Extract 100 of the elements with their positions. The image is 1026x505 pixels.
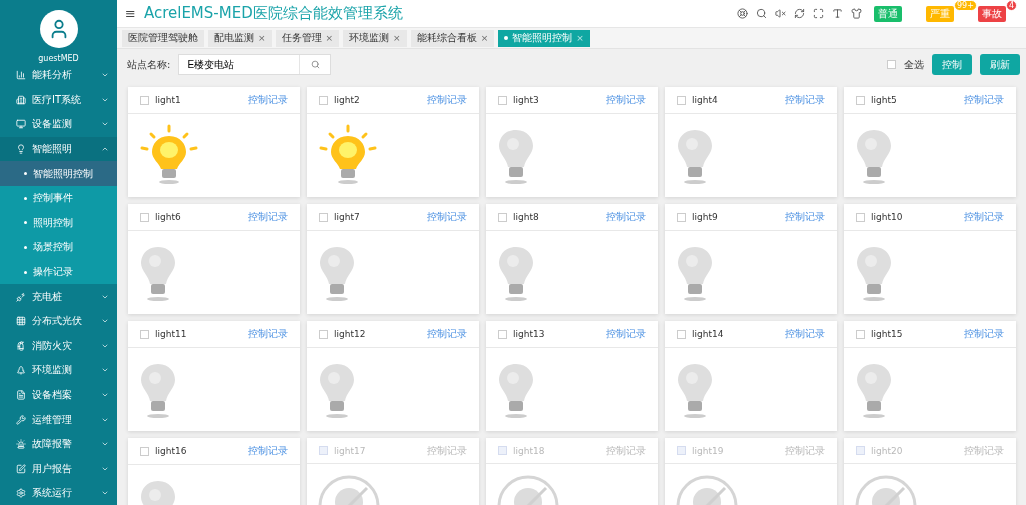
light-name: light20: [871, 445, 904, 456]
control-log-link[interactable]: 控制记录: [427, 327, 467, 341]
light-name: light15: [871, 329, 904, 339]
tab[interactable]: 智能照明控制 ×: [498, 29, 590, 47]
control-log-link[interactable]: 控制记录: [964, 327, 1004, 341]
menu-button[interactable]: ≡: [125, 6, 136, 21]
submenu-item[interactable]: 场景控制: [0, 235, 117, 260]
light-name: light10: [871, 212, 904, 222]
count-badge: 99+: [954, 0, 977, 11]
checkbox[interactable]: [677, 212, 686, 222]
extinguisher-icon: [16, 340, 26, 351]
sidebar-item[interactable]: 设备档案: [0, 382, 117, 408]
sidebar-item[interactable]: 设备监测: [0, 112, 117, 137]
alert-badge[interactable]: 普通: [874, 5, 902, 22]
wrench-icon: [16, 414, 26, 425]
checkbox[interactable]: [856, 212, 865, 222]
tab[interactable]: 能耗综合看板 ×: [410, 29, 495, 47]
settings-icon: [16, 488, 26, 499]
checkbox[interactable]: [498, 212, 507, 222]
toolbar-button[interactable]: 刷新: [980, 54, 1020, 75]
checkbox[interactable]: [498, 95, 507, 105]
checkbox[interactable]: [319, 95, 328, 105]
submenu-item[interactable]: 照明控制: [0, 210, 117, 236]
control-log-link[interactable]: 控制记录: [248, 93, 288, 107]
light-name: light1: [155, 95, 182, 105]
sidebar-item[interactable]: 用户报告: [0, 456, 117, 482]
select-all-checkbox[interactable]: [887, 60, 896, 69]
tab[interactable]: 配电监测 ×: [208, 29, 272, 47]
refresh-icon[interactable]: [794, 8, 805, 19]
checkbox[interactable]: [319, 446, 328, 455]
checkbox[interactable]: [319, 329, 328, 339]
checkbox[interactable]: [140, 446, 149, 456]
sidebar-item[interactable]: 智能照明: [0, 136, 117, 162]
light-name: light13: [513, 329, 546, 339]
sidebar-item[interactable]: 医疗IT系统: [0, 87, 117, 113]
search-icon[interactable]: [756, 8, 767, 19]
toolbar-button[interactable]: 控制: [932, 54, 972, 75]
submenu-item[interactable]: 控制事件: [0, 185, 117, 211]
tab[interactable]: 医院管理驾驶舱: [122, 29, 204, 47]
avatar-icon: [39, 10, 78, 48]
font-size-icon[interactable]: [832, 8, 843, 19]
control-log-link[interactable]: 控制记录: [427, 443, 467, 458]
sidebar-item[interactable]: 系统运行: [0, 481, 117, 505]
tab[interactable]: 任务管理 ×: [275, 29, 340, 47]
mute-icon[interactable]: [775, 8, 786, 19]
checkbox[interactable]: [856, 95, 865, 105]
control-log-link[interactable]: 控制记录: [248, 327, 288, 341]
search-icon: [310, 60, 320, 69]
control-log-link[interactable]: 控制记录: [606, 93, 646, 107]
checkbox[interactable]: [140, 329, 149, 339]
site-field[interactable]: E楼变电站: [178, 54, 332, 75]
control-log-link[interactable]: 控制记录: [606, 443, 646, 458]
bulb-icon: [16, 144, 26, 155]
control-log-link[interactable]: 控制记录: [248, 444, 288, 458]
control-log-link[interactable]: 控制记录: [785, 210, 825, 224]
submenu-item[interactable]: 智能照明控制: [0, 161, 117, 186]
plug-icon: [16, 291, 26, 302]
checkbox[interactable]: [498, 329, 507, 339]
sidebar-item[interactable]: 分布式光伏: [0, 308, 117, 334]
control-log-link[interactable]: 控制记录: [964, 210, 1004, 224]
sidebar-item[interactable]: 能耗分析: [0, 63, 117, 88]
user-name: guestMED: [38, 54, 79, 63]
sidebar-item[interactable]: 充电桩: [0, 284, 117, 309]
sidebar-item[interactable]: 环境监测: [0, 358, 117, 383]
light-name: light12: [334, 329, 367, 339]
tab[interactable]: 环境监测 ×: [343, 29, 407, 47]
checkbox[interactable]: [140, 95, 149, 105]
app-title: AcrelEMS-MED医院综合能效管理系统: [143, 4, 404, 23]
control-log-link[interactable]: 控制记录: [964, 93, 1004, 107]
checkbox[interactable]: [319, 212, 328, 222]
fullscreen-icon[interactable]: [813, 8, 824, 19]
control-log-link[interactable]: 控制记录: [785, 93, 825, 107]
control-log-link[interactable]: 控制记录: [785, 443, 825, 458]
control-log-link[interactable]: 控制记录: [427, 210, 467, 224]
grid-icon: [16, 316, 26, 327]
control-log-link[interactable]: 控制记录: [427, 93, 467, 107]
light-name: light8: [513, 212, 540, 222]
alert-badge[interactable]: 事故: [978, 5, 1006, 22]
control-log-link[interactable]: 控制记录: [606, 210, 646, 224]
shirt-icon[interactable]: [851, 8, 862, 19]
checkbox[interactable]: [677, 446, 686, 455]
checkbox[interactable]: [856, 446, 865, 455]
submenu-item[interactable]: 操作记录: [0, 259, 117, 285]
checkbox[interactable]: [677, 95, 686, 105]
sidebar-item[interactable]: 消防火灾: [0, 333, 117, 359]
light-name: light4: [692, 95, 719, 105]
checkbox[interactable]: [140, 212, 149, 222]
checkbox[interactable]: [498, 446, 507, 455]
lifebuoy-icon[interactable]: [737, 8, 748, 19]
checkbox[interactable]: [677, 329, 686, 339]
control-log-link[interactable]: 控制记录: [606, 327, 646, 341]
control-log-link[interactable]: 控制记录: [248, 210, 288, 224]
sidebar-item[interactable]: 故障报警: [0, 431, 117, 457]
count-badge: 4: [1006, 0, 1018, 11]
light-name: light11: [155, 329, 188, 339]
checkbox[interactable]: [856, 329, 865, 339]
light-name: light16: [155, 446, 188, 456]
control-log-link[interactable]: 控制记录: [964, 443, 1004, 458]
sidebar-item[interactable]: 运维管理: [0, 407, 117, 432]
control-log-link[interactable]: 控制记录: [785, 327, 825, 341]
